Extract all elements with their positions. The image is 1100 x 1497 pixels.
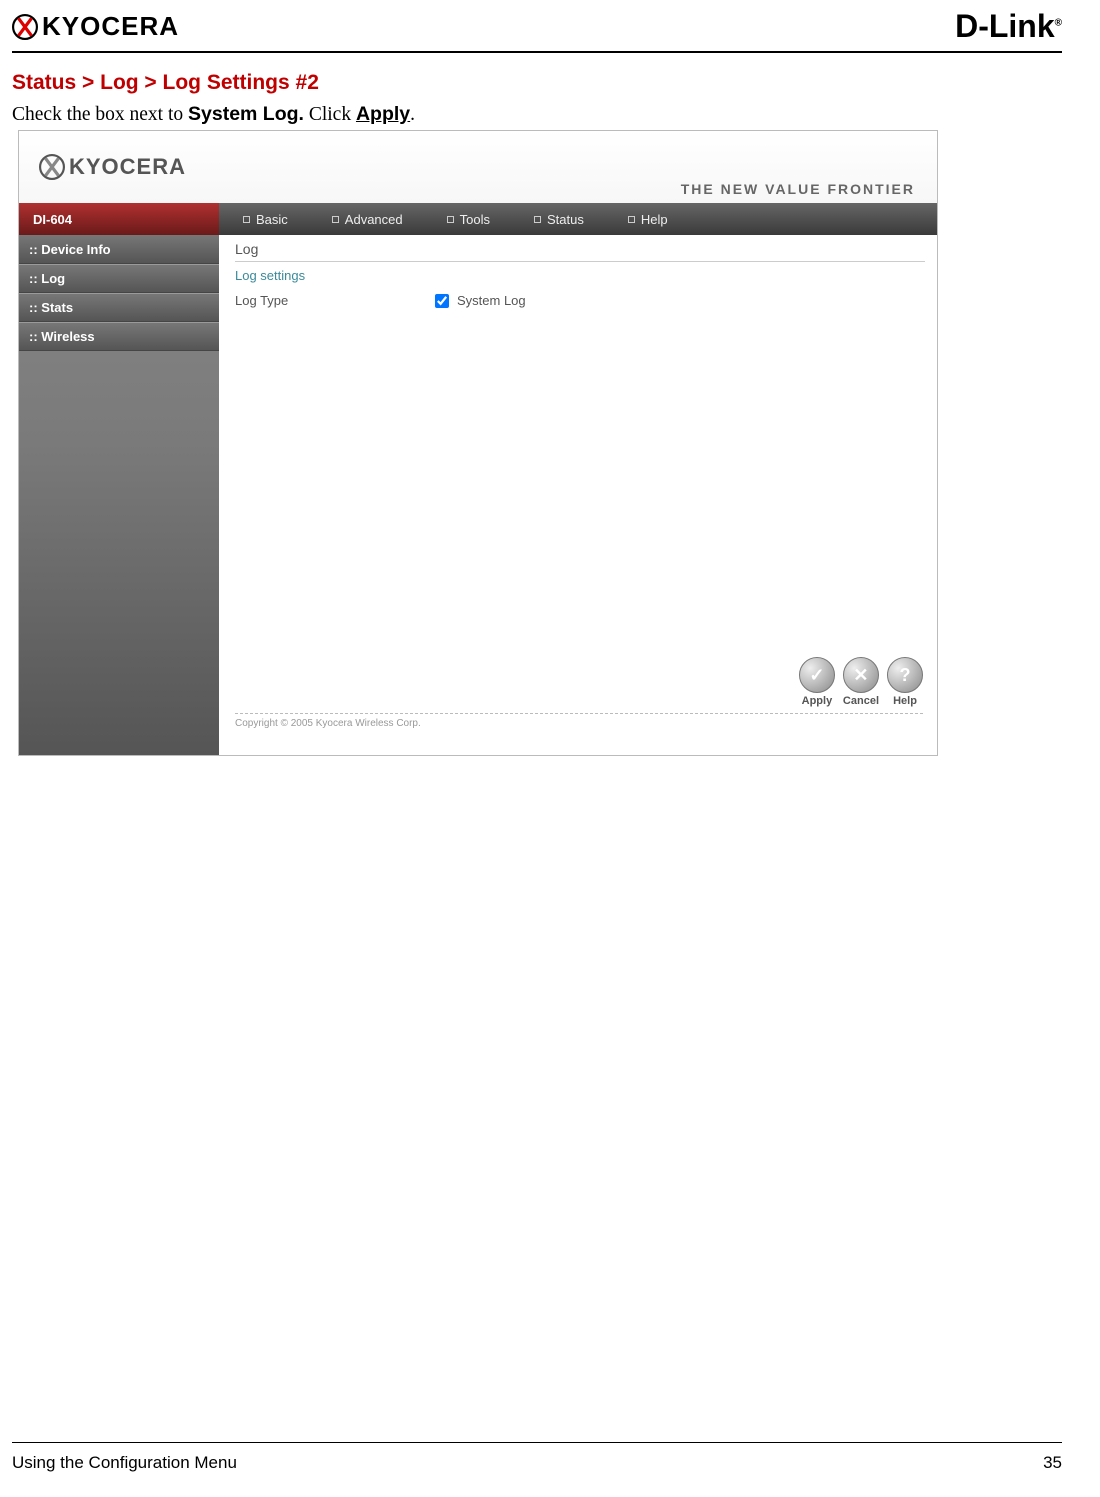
dlink-brand-text: D-Link (955, 8, 1055, 44)
page-header: KYOCERA D-Link® (12, 8, 1062, 53)
log-type-label: Log Type (235, 293, 435, 308)
cancel-button[interactable]: ✕ Cancel (843, 657, 879, 707)
sidebar-item-device-info[interactable]: :: Device Info (19, 235, 219, 264)
model-badge: DI-604 (19, 203, 219, 235)
content-area: Log Log settings Log Type System Log ✓ A… (219, 235, 937, 755)
footer-rule (12, 1442, 1062, 1443)
kyocera-mark-icon (12, 14, 38, 40)
nav-status[interactable]: Status (534, 212, 584, 227)
sidebar-item-stats[interactable]: :: Stats (19, 293, 219, 322)
nav-bullet-icon (534, 216, 541, 223)
page-number: 35 (1043, 1453, 1062, 1473)
breadcrumb: Status > Log > Log Settings #2 (12, 71, 1062, 95)
sidebar-item-log[interactable]: :: Log (19, 264, 219, 293)
router-nav-bar: DI-604 Basic Advanced Tools Status Help (19, 203, 937, 235)
router-top-banner: KYOCERA THE NEW VALUE FRONTIER (19, 131, 937, 203)
sidebar-item-wireless[interactable]: :: Wireless (19, 322, 219, 351)
check-icon: ✓ (799, 657, 835, 693)
help-button[interactable]: ? Help (887, 657, 923, 707)
action-row: ✓ Apply ✕ Cancel ? Help (799, 657, 923, 707)
nav-advanced[interactable]: Advanced (332, 212, 403, 227)
nav-bullet-icon (243, 216, 250, 223)
kyocera-mark-icon (39, 154, 65, 180)
log-type-row: Log Type System Log (235, 293, 925, 308)
question-icon: ? (887, 657, 923, 693)
section-label: Log settings (235, 268, 925, 283)
nav-tools[interactable]: Tools (447, 212, 490, 227)
footer-row: Using the Configuration Menu 35 (12, 1453, 1062, 1473)
nav-help[interactable]: Help (628, 212, 668, 227)
apply-button[interactable]: ✓ Apply (799, 657, 835, 707)
divider (235, 261, 925, 262)
nav-bullet-icon (628, 216, 635, 223)
system-log-label: System Log (457, 293, 526, 308)
router-admin-screenshot: KYOCERA THE NEW VALUE FRONTIER DI-604 Ba… (18, 130, 938, 756)
footer-section-title: Using the Configuration Menu (12, 1453, 237, 1473)
inner-brand-text: KYOCERA (69, 154, 186, 180)
inner-kyocera-logo: KYOCERA (39, 154, 186, 180)
sidebar: :: Device Info :: Log :: Stats :: Wirele… (19, 235, 219, 755)
registered-mark: ® (1055, 17, 1062, 28)
dlink-logo: D-Link® (955, 8, 1062, 45)
nav-items: Basic Advanced Tools Status Help (219, 203, 937, 235)
copyright-text: Copyright © 2005 Kyocera Wireless Corp. (235, 713, 923, 729)
kyocera-logo: KYOCERA (12, 11, 179, 42)
nav-bullet-icon (447, 216, 454, 223)
system-log-checkbox[interactable] (435, 294, 449, 308)
kyocera-brand-text: KYOCERA (42, 11, 179, 42)
panel-title: Log (235, 241, 925, 257)
nav-basic[interactable]: Basic (243, 212, 288, 227)
instruction-text: Check the box next to System Log. Click … (12, 103, 1062, 126)
page-footer: Using the Configuration Menu 35 (12, 1442, 1062, 1473)
tagline-text: THE NEW VALUE FRONTIER (681, 181, 915, 197)
nav-bullet-icon (332, 216, 339, 223)
cross-icon: ✕ (843, 657, 879, 693)
router-body: :: Device Info :: Log :: Stats :: Wirele… (19, 235, 937, 755)
